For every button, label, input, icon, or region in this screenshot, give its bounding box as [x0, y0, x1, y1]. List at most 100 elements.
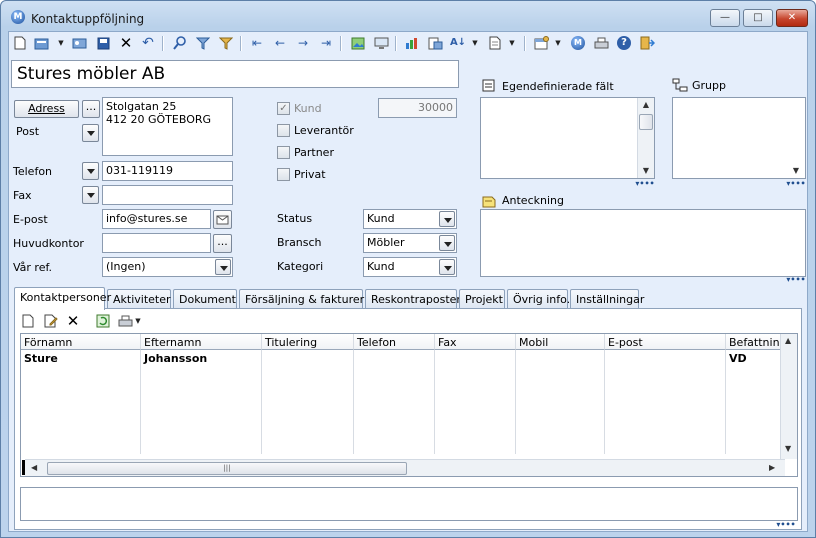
column-header[interactable]: Mobil [516, 334, 605, 350]
document-icon[interactable] [487, 35, 503, 51]
table-horizontal-scrollbar[interactable]: ◀ ||| ▶ [25, 459, 785, 476]
report-icon[interactable] [427, 35, 443, 51]
delete-icon[interactable]: ✕ [118, 35, 134, 51]
scroll-left-icon[interactable]: ◀ [31, 463, 37, 472]
column-header[interactable]: Fax [435, 334, 516, 350]
kategori-select[interactable]: Kund [363, 257, 457, 277]
chevron-down-icon[interactable] [439, 259, 455, 275]
delete-contact-icon[interactable]: ✕ [65, 313, 81, 329]
card-icon[interactable] [71, 35, 87, 51]
tab-aktiviteter[interactable]: Aktiviteter [107, 289, 171, 309]
column-header[interactable]: Titulering [262, 334, 354, 350]
document-dropdown-icon[interactable]: ▼ [508, 36, 516, 50]
partner-checkbox[interactable] [277, 146, 290, 159]
minimize-button[interactable]: — [710, 9, 740, 27]
new-icon[interactable] [12, 35, 28, 51]
address-button[interactable]: Adress [14, 100, 79, 118]
contact-note-area[interactable] [20, 487, 798, 521]
note-more-icon[interactable]: ▾••• [785, 276, 807, 285]
column-header[interactable]: Efternamn [141, 334, 262, 350]
bar-chart-icon[interactable] [404, 35, 420, 51]
edit-contact-icon[interactable] [43, 313, 59, 329]
previous-record-icon[interactable]: ← [272, 35, 288, 51]
undo-icon[interactable]: ↶ [140, 35, 156, 51]
address-more-button[interactable]: ... [82, 100, 100, 118]
tab-dokument[interactable]: Dokument [173, 289, 237, 309]
search-icon[interactable] [172, 35, 188, 51]
settings-dropdown-icon[interactable]: ▼ [554, 36, 562, 50]
open-dropdown-icon[interactable]: ▼ [57, 36, 65, 50]
fax-input[interactable] [102, 185, 233, 205]
status-select[interactable]: Kund [363, 209, 457, 229]
help-icon[interactable]: ? [616, 35, 632, 51]
column-header[interactable]: Förnamn [21, 334, 141, 350]
last-record-icon[interactable]: ⇥ [318, 35, 334, 51]
custom-fields-area[interactable]: ▲ ▼ [480, 97, 655, 179]
company-name-input[interactable]: Stures möbler AB [11, 60, 459, 88]
head-office-lookup-button[interactable]: ... [213, 234, 232, 253]
privat-checkbox[interactable] [277, 168, 290, 181]
tab-reskontraposter[interactable]: Reskontraposter [365, 289, 461, 309]
scroll-up-icon[interactable]: ▲ [785, 336, 791, 345]
group-area[interactable]: ▼ [672, 97, 806, 179]
settings-icon[interactable] [533, 35, 549, 51]
scroll-thumb[interactable]: ||| [47, 462, 407, 475]
fax-type-dropdown[interactable] [82, 186, 99, 204]
tab-projekt[interactable]: Projekt [459, 289, 505, 309]
scroll-down-icon[interactable]: ▼ [638, 164, 654, 178]
contact-note-more-icon[interactable]: ▾••• [775, 521, 797, 530]
group-more-icon[interactable]: ▾••• [785, 180, 807, 189]
our-ref-select[interactable]: (Ingen) [102, 257, 233, 277]
scroll-right-icon[interactable]: ▶ [769, 463, 775, 472]
monitor-icon[interactable] [373, 35, 389, 51]
custom-fields-scrollbar[interactable]: ▲ ▼ [637, 98, 654, 178]
refresh-icon[interactable] [95, 313, 111, 329]
address-type-dropdown[interactable] [82, 124, 99, 142]
sort-dropdown-icon[interactable]: ▼ [471, 36, 479, 50]
scroll-thumb[interactable] [639, 114, 653, 130]
group-scrollbar[interactable]: ▼ [788, 98, 805, 178]
phone-type-dropdown[interactable] [82, 162, 99, 180]
custom-fields-more-icon[interactable]: ▾••• [634, 180, 656, 189]
print-dropdown-icon[interactable]: ▼ [134, 314, 142, 328]
tab-kontaktpersoner[interactable]: Kontaktpersoner [14, 287, 111, 310]
picture-icon[interactable] [350, 35, 366, 51]
tab-forsaljning[interactable]: Försäljning & fakturering [239, 289, 381, 309]
chevron-down-icon[interactable] [215, 259, 231, 275]
head-office-input[interactable] [102, 233, 211, 253]
email-input[interactable]: info@stures.se [102, 209, 211, 229]
exit-icon[interactable] [639, 35, 655, 51]
maximize-button[interactable]: □ [743, 9, 773, 27]
chevron-down-icon[interactable] [439, 235, 455, 251]
print-icon[interactable] [593, 35, 609, 51]
leverantor-checkbox[interactable] [277, 124, 290, 137]
column-header[interactable]: Telefon [354, 334, 435, 350]
print-contacts-icon[interactable] [117, 313, 133, 329]
tab-ovrig-info[interactable]: Övrig info. [507, 289, 570, 309]
clear-filter-icon[interactable] [218, 35, 234, 51]
column-header[interactable]: Befattning [726, 334, 782, 350]
kund-checkbox: ✓ [277, 102, 290, 115]
scroll-down-icon[interactable]: ▼ [788, 164, 804, 178]
new-contact-icon[interactable] [20, 313, 36, 329]
column-header[interactable]: E-post [605, 334, 726, 350]
table-vertical-scrollbar[interactable]: ▲ ▼ [780, 334, 797, 459]
bransch-select[interactable]: Möbler [363, 233, 457, 253]
first-record-icon[interactable]: ⇤ [249, 35, 265, 51]
scroll-down-icon[interactable]: ▼ [785, 444, 791, 453]
scroll-up-icon[interactable]: ▲ [638, 98, 654, 112]
save-icon[interactable] [95, 35, 111, 51]
email-compose-button[interactable] [213, 210, 232, 229]
visma-logo-icon[interactable]: M [570, 35, 586, 51]
address-textarea[interactable]: Stolgatan 25 412 20 GÖTEBORG [102, 97, 233, 156]
filter-icon[interactable] [195, 35, 211, 51]
title-bar[interactable]: M Kontaktuppföljning — □ ✕ [1, 1, 815, 31]
phone-input[interactable]: 031-119119 [102, 161, 233, 181]
note-textarea[interactable] [480, 209, 806, 277]
tab-installningar[interactable]: Inställningar [570, 289, 644, 309]
open-icon[interactable] [33, 35, 49, 51]
sort-icon[interactable]: A↓ [450, 35, 466, 51]
close-button[interactable]: ✕ [776, 9, 808, 27]
next-record-icon[interactable]: → [295, 35, 311, 51]
chevron-down-icon[interactable] [439, 211, 455, 227]
